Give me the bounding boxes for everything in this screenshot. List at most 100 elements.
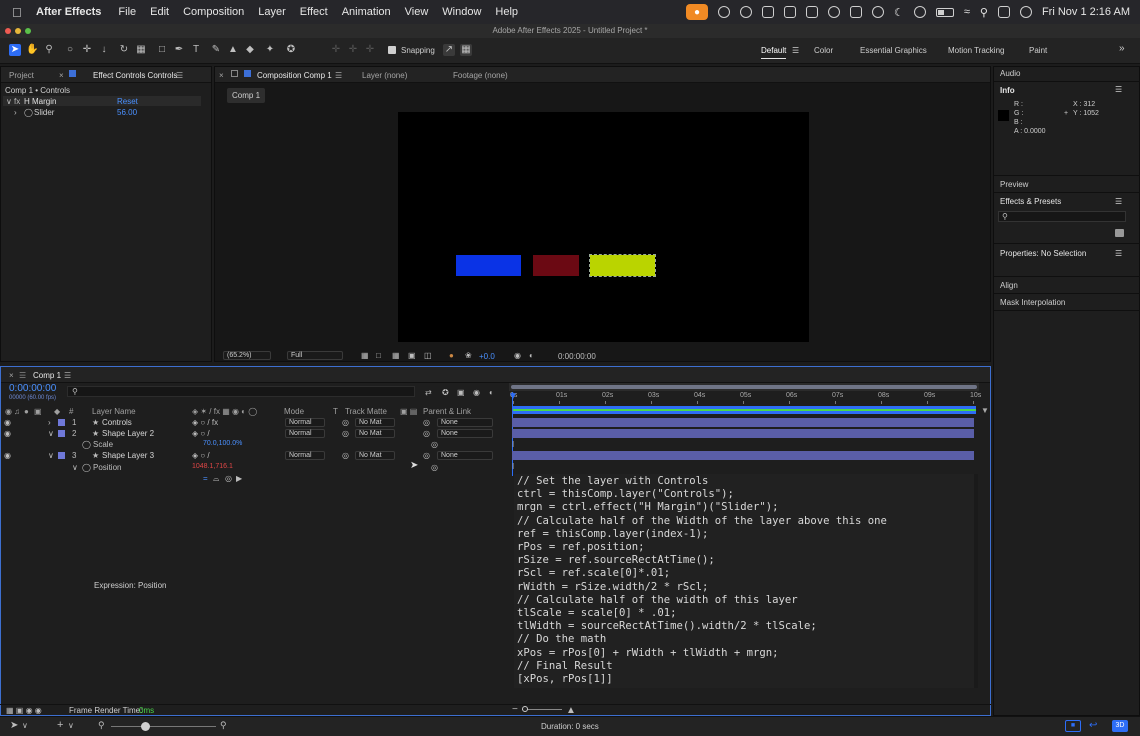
expression-editor[interactable]: // Set the layer with Controls ctrl = th… — [514, 474, 974, 688]
label-color-swatch[interactable] — [58, 419, 65, 426]
sync-icon[interactable] — [827, 6, 840, 18]
align-panel-title[interactable]: Align — [1000, 281, 1018, 290]
stopwatch-icon[interactable]: ◯ — [82, 440, 91, 449]
reset-link[interactable]: Reset — [117, 97, 138, 106]
yellow-green-rectangle-layer[interactable] — [589, 254, 656, 277]
layer-name[interactable]: Shape Layer 3 — [102, 451, 154, 460]
clone-stamp-icon[interactable]: ▲ — [227, 44, 239, 56]
parent-dropdown[interactable]: None — [437, 418, 493, 427]
chevron-down-icon[interactable]: ∨ — [22, 721, 28, 730]
zoom-in-icon[interactable]: ▲ — [566, 705, 576, 716]
close-window-button[interactable] — [5, 28, 11, 34]
resolution-dropdown[interactable]: Full — [287, 351, 343, 360]
timeline-search-input[interactable]: ⚲ — [67, 386, 415, 397]
fx-icon[interactable]: fx — [14, 97, 20, 106]
zoom-slider-thumb[interactable] — [141, 722, 150, 731]
drive-icon[interactable] — [805, 6, 818, 18]
label-color-icon[interactable]: ◆ — [54, 407, 60, 416]
layer-bar-controls[interactable] — [512, 418, 974, 427]
axis-view-icon[interactable]: ✛ — [364, 44, 376, 56]
lock-icon[interactable] — [231, 70, 238, 77]
new-bin-icon[interactable] — [1115, 229, 1124, 237]
add-icon[interactable]: + — [57, 719, 63, 731]
close-tab-icon[interactable]: × — [219, 71, 224, 80]
time-zoom-thumb[interactable] — [522, 706, 528, 712]
layer-row-shape-layer-3[interactable]: ◉ ∨ 3 ★ Shape Layer 3 ◈ ○ / Normal ◎ No … — [0, 450, 507, 461]
label-color-swatch[interactable] — [58, 452, 65, 459]
chevron-down-icon[interactable]: ∨ — [48, 429, 54, 438]
menu-help[interactable]: Help — [495, 6, 518, 18]
menu-window[interactable]: Window — [442, 6, 481, 18]
exposure-value[interactable]: +0.0 — [479, 352, 495, 361]
chevron-down-icon[interactable]: ∨ — [72, 463, 78, 472]
toggle-transparency-icon[interactable]: ▦ — [361, 351, 369, 360]
comp-flowchart-icon[interactable]: ⇄ — [425, 388, 432, 397]
chevron-down-icon[interactable]: ∨ — [48, 451, 54, 460]
apple-icon[interactable]:  — [12, 5, 28, 20]
effects-menu-icon[interactable]: ☰ — [1115, 197, 1122, 206]
col-layer-name[interactable]: Layer Name — [92, 407, 136, 416]
zoom-out-icon[interactable]: ⚲ — [98, 720, 105, 731]
check-icon[interactable] — [739, 6, 752, 18]
workspace-default[interactable]: Default — [761, 46, 787, 59]
close-tab-icon[interactable]: × — [9, 371, 14, 380]
zoom-slider[interactable] — [111, 722, 216, 731]
region-of-interest-icon[interactable]: □ — [376, 351, 381, 360]
axis-local-icon[interactable]: ✛ — [330, 44, 342, 56]
play-icon[interactable] — [871, 6, 884, 18]
zoom-in-icon[interactable]: ⚲ — [220, 720, 227, 731]
render-queue-icon[interactable]: ■ — [1065, 720, 1081, 732]
rotate-tool-icon[interactable]: ↻ — [118, 44, 130, 56]
blend-mode-dropdown[interactable]: Normal — [285, 429, 325, 438]
tab-project[interactable]: Project — [9, 71, 34, 80]
pen-tool-icon[interactable]: ✒ — [173, 44, 185, 56]
video-switch-icon[interactable]: ◉ — [5, 407, 12, 416]
stopwatch-icon[interactable]: ◯ — [82, 463, 91, 472]
scale-value[interactable]: 70.0,100.0% — [203, 440, 242, 447]
frame-blending-icon[interactable]: ◉ — [473, 388, 480, 397]
tab-layer[interactable]: Layer (none) — [362, 71, 407, 80]
battery-icon[interactable] — [935, 7, 954, 17]
draft-3d-icon[interactable]: ✪ — [442, 388, 449, 397]
camera-icon[interactable] — [783, 6, 796, 18]
audio-panel-title[interactable]: Audio — [1000, 69, 1020, 78]
eye-icon[interactable]: ◉ — [4, 451, 11, 460]
color-channels-icon[interactable]: ● — [449, 351, 454, 360]
zoom-tool-icon[interactable]: ⚲ — [43, 44, 55, 56]
type-tool-icon[interactable]: T — [190, 44, 202, 56]
menu-edit[interactable]: Edit — [150, 6, 169, 18]
eye-icon[interactable]: ◉ — [4, 429, 11, 438]
hand-tool-icon[interactable]: ✋ — [26, 44, 38, 56]
menu-layer[interactable]: Layer — [258, 6, 286, 18]
tab-composition[interactable]: Composition Comp 1 — [257, 71, 332, 80]
show-snapshot-icon[interactable]: ◐ — [529, 351, 534, 360]
slider-value[interactable]: 56.00 — [117, 108, 137, 117]
menu-composition[interactable]: Composition — [183, 6, 244, 18]
anchor-tool-icon[interactable]: ▦ — [135, 44, 147, 56]
pickwhip-icon[interactable]: ◎ — [423, 429, 430, 438]
preview-panel-title[interactable]: Preview — [1000, 180, 1028, 189]
panel-menu-icon[interactable]: ☰ — [335, 71, 342, 80]
chevron-right-icon[interactable]: › — [48, 418, 51, 427]
comp-navigator-button[interactable]: Comp 1 — [227, 88, 266, 103]
menu-animation[interactable]: Animation — [342, 6, 391, 18]
selection-arrow-icon[interactable]: ➤ — [10, 720, 18, 731]
panel-menu-icon[interactable]: ☰ — [64, 371, 71, 380]
3d-renderer-icon[interactable]: 3D — [1112, 720, 1128, 732]
layer-row-controls[interactable]: ◉ › 1 ★ Controls ◈ ○ / fx Normal ◎ No Ma… — [0, 417, 507, 428]
position-value[interactable]: 1048.1,716.1 — [192, 463, 233, 470]
expression-pickwhip-icon[interactable]: ◎ — [225, 474, 232, 483]
3d-view-icon[interactable]: ◫ — [424, 351, 432, 360]
rectangle-tool-icon[interactable]: □ — [156, 44, 168, 56]
info-menu-icon[interactable]: ☰ — [1115, 85, 1122, 94]
matte-link-icon[interactable]: ◎ — [342, 451, 349, 460]
chevron-down-icon[interactable]: ∨ — [6, 97, 12, 106]
selection-tool-icon[interactable]: ➤ — [9, 44, 21, 56]
lock-switch-icon[interactable]: ▣ — [34, 407, 42, 416]
parent-dropdown[interactable]: None — [437, 429, 493, 438]
search-icon[interactable]: ⚲ — [980, 6, 988, 19]
eraser-tool-icon[interactable]: ◆ — [244, 44, 256, 56]
effects-search-input[interactable]: ⚲ — [998, 211, 1126, 222]
layer-switches[interactable]: ◈ ○ / fx — [192, 418, 218, 427]
menu-file[interactable]: File — [118, 6, 136, 18]
